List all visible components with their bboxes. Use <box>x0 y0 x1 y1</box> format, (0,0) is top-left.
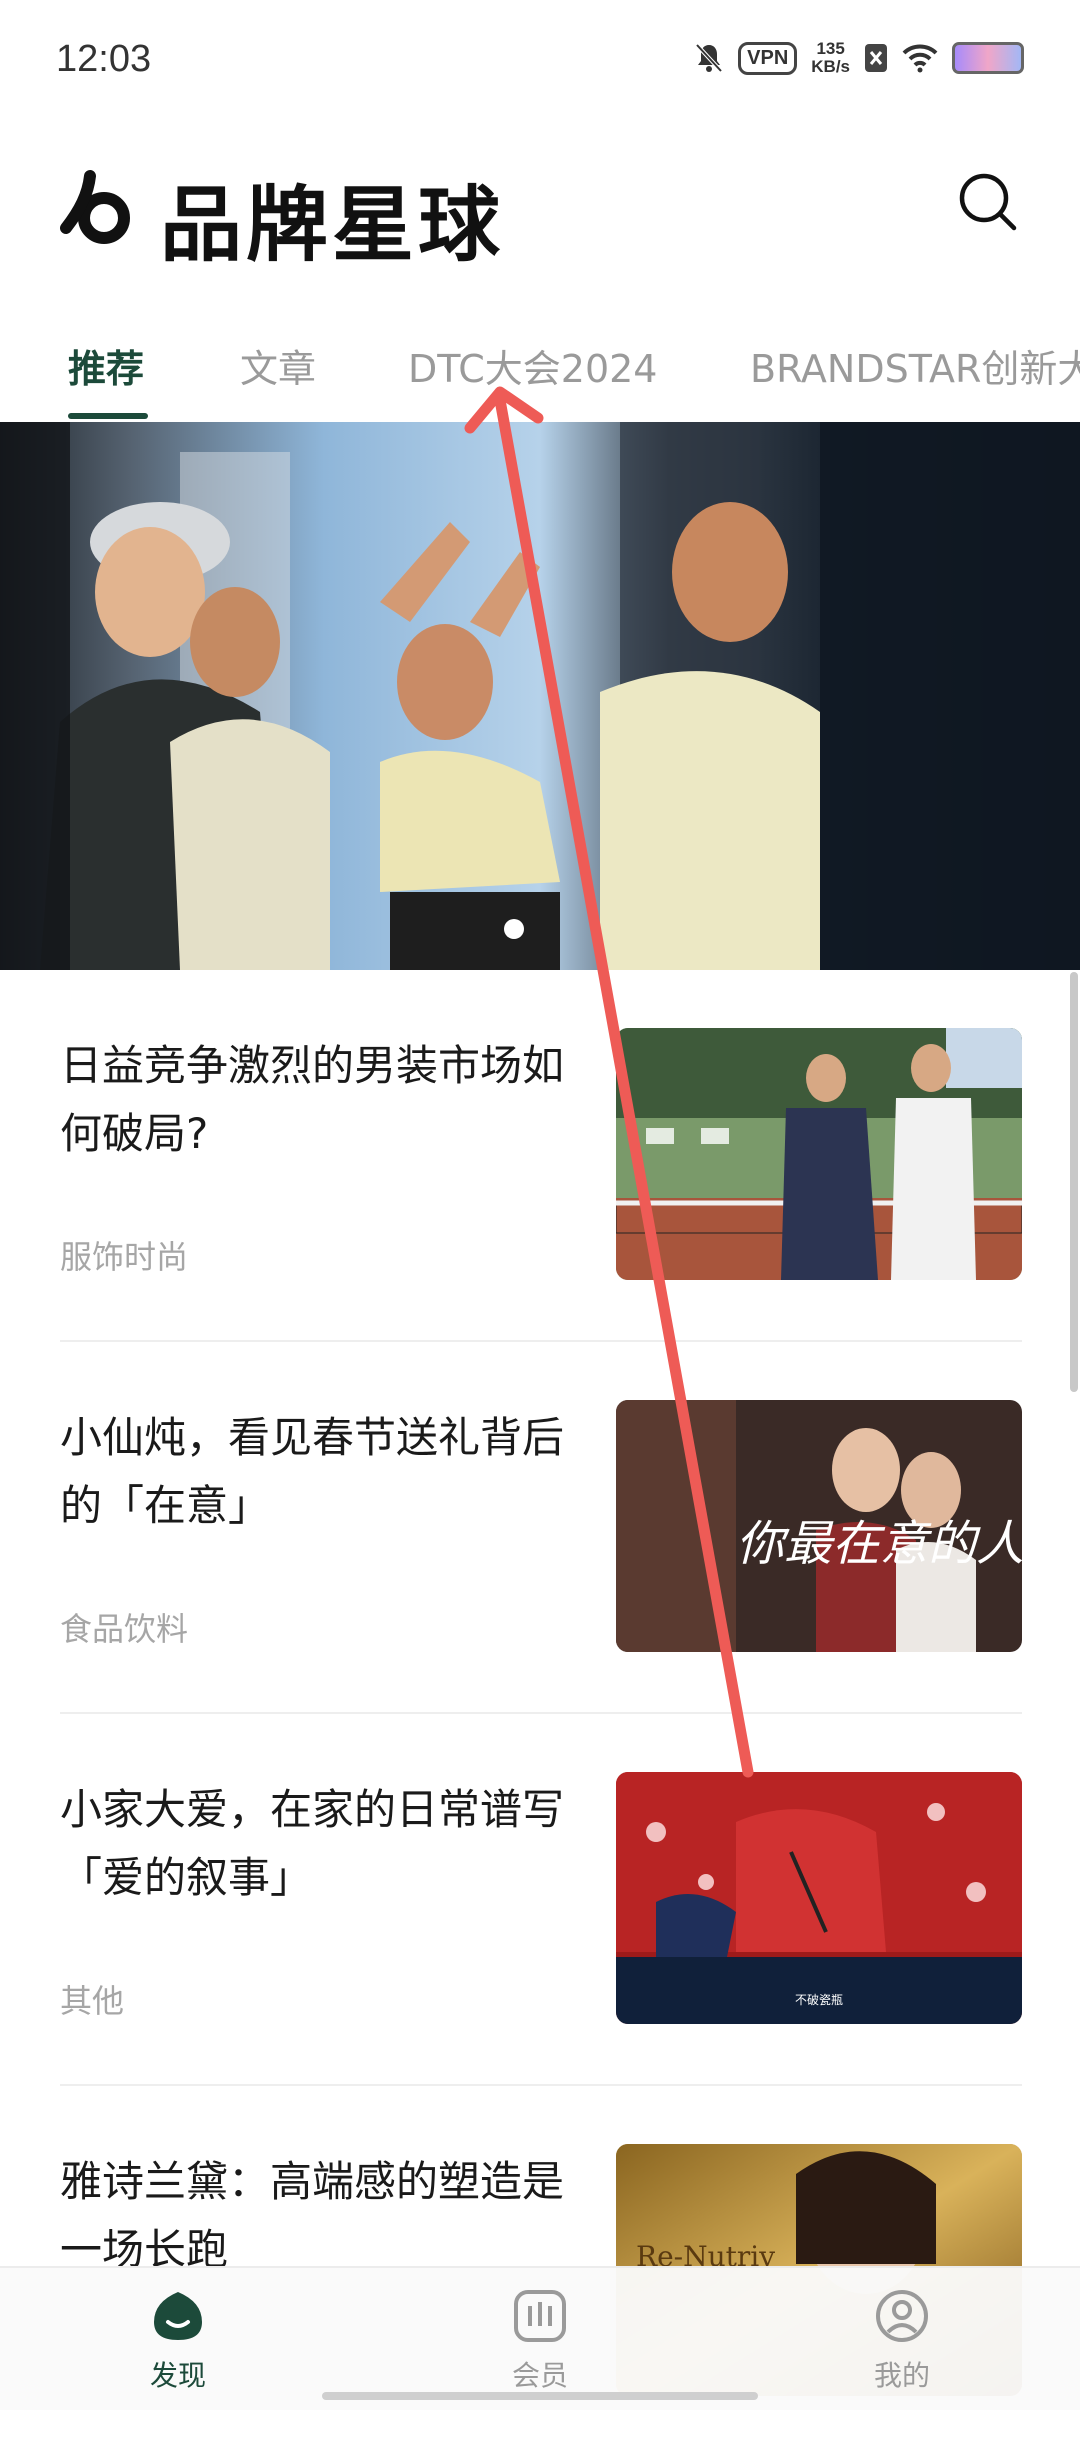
article-thumbnail <box>616 1028 1022 1280</box>
article-card[interactable]: 日益竞争激烈的男装市场如何破局? 服饰时尚 <box>0 970 1080 1342</box>
thumb-overlay-text: 不破瓷瓶 <box>795 1992 843 2007</box>
nav-discover[interactable]: 发现 <box>98 2288 258 2394</box>
status-bar: 12:03 VPN 135 KB/s <box>0 0 1080 120</box>
vpn-badge: VPN <box>738 41 798 75</box>
battery-icon <box>952 42 1024 74</box>
article-category: 其他 <box>60 1982 125 2020</box>
sim-off-icon <box>865 44 887 72</box>
tab-active-indicator <box>68 413 148 419</box>
tab-dtc-2024[interactable]: DTC大会2024 <box>408 338 658 393</box>
article-category: 食品饮料 <box>60 1610 189 1648</box>
article-title: 小仙炖，看见春节送礼背后的「在意」 <box>60 1413 565 1530</box>
wifi-icon <box>902 44 938 73</box>
article-thumbnail: 你最在意的人 <box>616 1400 1022 1652</box>
member-icon <box>514 2290 566 2342</box>
nav-member[interactable]: 会员 <box>460 2288 620 2394</box>
status-time: 12:03 <box>56 38 152 80</box>
network-speed: 135 KB/s <box>811 40 850 76</box>
app-title: 品牌星球 <box>160 178 505 273</box>
article-title: 日益竞争激烈的男装市场如何破局? <box>60 1041 565 1158</box>
speed-value: 135 <box>816 39 845 58</box>
speed-unit: KB/s <box>811 57 850 76</box>
article-title: 雅诗兰黛：高端感的塑造是一场长跑 <box>60 2157 565 2274</box>
article-card[interactable]: 小仙炖，看见春节送礼背后的「在意」 食品饮料 你最在意的人 <box>0 1342 1080 1714</box>
nav-label: 我的 <box>873 2359 930 2392</box>
article-title: 小家大爱，在家的日常谱写「爱的叙事」 <box>60 1785 565 1902</box>
search-icon[interactable] <box>956 170 1020 234</box>
home-indicator[interactable] <box>322 2392 758 2400</box>
profile-icon <box>876 2290 928 2342</box>
discover-icon <box>154 2292 202 2340</box>
brand-logo-icon <box>60 170 130 244</box>
banner-carousel[interactable] <box>0 422 1080 970</box>
article-category: 服饰时尚 <box>60 1238 189 1276</box>
app-header: 品牌星球 <box>0 140 1080 273</box>
nav-profile[interactable]: 我的 <box>822 2288 982 2394</box>
status-icons: VPN 135 KB/s <box>694 40 1024 76</box>
tab-articles[interactable]: 文章 <box>240 338 316 393</box>
carousel-indicator-dot <box>504 919 524 939</box>
article-card[interactable]: 小家大爱，在家的日常谱写「爱的叙事」 其他 不破瓷瓶 <box>0 1714 1080 2086</box>
thumb-overlay-text: 你最在意的人 <box>736 1516 1022 1572</box>
tab-brandstar[interactable]: BRANDSTAR创新大 <box>750 338 1080 393</box>
category-tabs: 推荐 文章 DTC大会2024 BRANDSTAR创新大 <box>0 330 1080 420</box>
scrollbar[interactable] <box>1070 972 1078 1392</box>
nav-label: 发现 <box>149 2359 206 2392</box>
nav-label: 会员 <box>511 2359 568 2392</box>
banner-image <box>0 422 1080 970</box>
bottom-nav: 发现 会员 我的 <box>0 2266 1080 2410</box>
tab-recommend[interactable]: 推荐 <box>68 338 144 393</box>
article-thumbnail: 不破瓷瓶 <box>616 1772 1022 2024</box>
mute-bell-icon <box>695 43 723 73</box>
